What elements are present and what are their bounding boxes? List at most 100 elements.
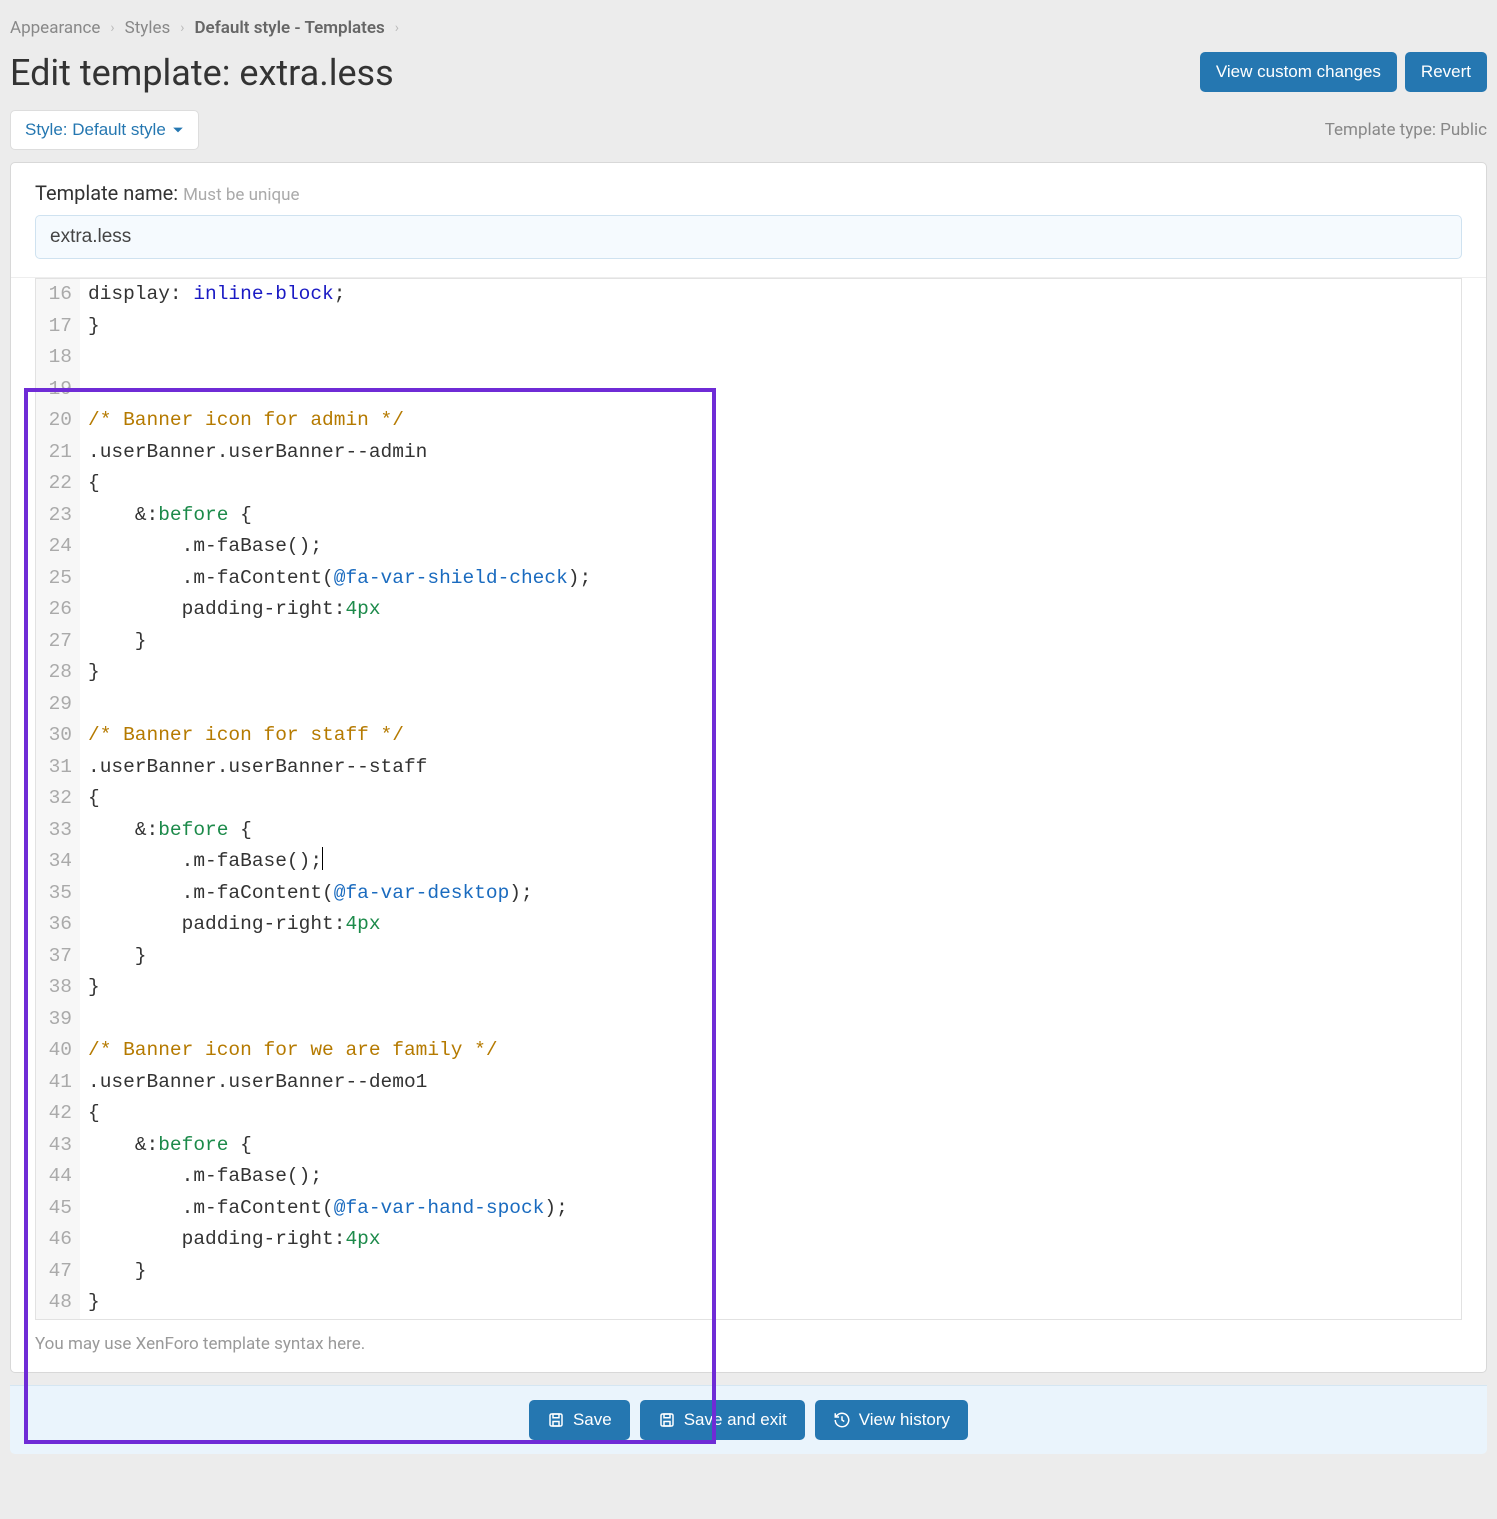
template-name-hint: Must be unique [183,185,300,205]
text-cursor [322,847,323,870]
code-line[interactable]: display: inline-block; [88,279,1453,311]
view-history-label: View history [859,1410,950,1430]
line-number: 39 [44,1004,72,1036]
view-custom-changes-button[interactable]: View custom changes [1200,52,1397,92]
line-number: 23 [44,500,72,532]
line-number: 48 [44,1287,72,1319]
code-line[interactable]: .m-faBase(); [88,1161,1453,1193]
code-line[interactable]: padding-right:4px [88,1224,1453,1256]
line-number: 41 [44,1067,72,1099]
code-line[interactable]: /* Banner icon for staff */ [88,720,1453,752]
line-number: 17 [44,311,72,343]
content-box: Template name: Must be unique 1617181920… [10,162,1487,1373]
line-number: 30 [44,720,72,752]
line-number: 47 [44,1256,72,1288]
line-number: 35 [44,878,72,910]
code-line[interactable]: .m-faContent(@fa-var-hand-spock); [88,1193,1453,1225]
line-number: 21 [44,437,72,469]
line-number: 24 [44,531,72,563]
code-line[interactable]: /* Banner icon for admin */ [88,405,1453,437]
style-selector-dropdown[interactable]: Style: Default style [10,110,199,150]
header-actions: View custom changes Revert [1200,52,1487,92]
template-name-input[interactable] [35,215,1462,259]
line-number: 18 [44,342,72,374]
code-line[interactable]: /* Banner icon for we are family */ [88,1035,1453,1067]
template-name-input-wrap [11,215,1486,277]
line-number: 46 [44,1224,72,1256]
page-root: Appearance›Styles›Default style - Templa… [0,0,1497,1454]
line-number: 44 [44,1161,72,1193]
code-lines[interactable]: display: inline-block;} /* Banner icon fo… [80,279,1461,1319]
code-line[interactable] [88,342,1453,374]
code-line[interactable]: } [88,626,1453,658]
code-line[interactable]: { [88,783,1453,815]
code-line[interactable]: padding-right:4px [88,594,1453,626]
code-line[interactable]: padding-right:4px [88,909,1453,941]
template-name-row: Template name: Must be unique [11,181,1486,215]
line-number: 20 [44,405,72,437]
line-number: 32 [44,783,72,815]
code-line[interactable]: { [88,1098,1453,1130]
caret-down-icon [172,124,184,136]
line-number: 34 [44,846,72,878]
line-number: 36 [44,909,72,941]
code-line[interactable]: } [88,972,1453,1004]
code-line[interactable]: .userBanner.userBanner--admin [88,437,1453,469]
style-selector-label: Style: Default style [25,120,166,140]
code-line[interactable]: .m-faBase(); [88,531,1453,563]
footer-bar: Save Save and exit View history [10,1385,1487,1454]
line-number: 37 [44,941,72,973]
view-history-button[interactable]: View history [815,1400,968,1440]
code-line[interactable]: &:before { [88,815,1453,847]
line-number: 19 [44,374,72,406]
line-number: 45 [44,1193,72,1225]
line-number: 28 [44,657,72,689]
save-icon [547,1411,565,1429]
code-line[interactable]: } [88,1256,1453,1288]
code-line[interactable]: .userBanner.userBanner--demo1 [88,1067,1453,1099]
code-line[interactable]: { [88,468,1453,500]
editor-wrap: 1617181920212223242526272829303132333435… [11,277,1486,1358]
code-line[interactable]: .userBanner.userBanner--staff [88,752,1453,784]
code-line[interactable]: .m-faContent(@fa-var-shield-check); [88,563,1453,595]
chevron-right-icon: › [180,20,184,36]
code-line[interactable]: &:before { [88,1130,1453,1162]
code-line[interactable] [88,1004,1453,1036]
line-number: 33 [44,815,72,847]
breadcrumb-item[interactable]: Appearance [10,18,100,38]
revert-button[interactable]: Revert [1405,52,1487,92]
breadcrumb-item[interactable]: Styles [125,18,171,38]
chevron-right-icon: › [395,20,399,36]
save-and-exit-button[interactable]: Save and exit [640,1400,805,1440]
line-number: 25 [44,563,72,595]
page-title: Edit template: extra.less [10,52,394,94]
line-number: 38 [44,972,72,1004]
line-number: 27 [44,626,72,658]
line-number: 16 [44,279,72,311]
line-number: 29 [44,689,72,721]
header: Appearance›Styles›Default style - Templa… [0,0,1497,162]
history-icon [833,1411,851,1429]
code-line[interactable]: .m-faBase(); [88,846,1453,878]
code-line[interactable]: } [88,311,1453,343]
save-exit-label: Save and exit [684,1410,787,1430]
line-gutter: 1617181920212223242526272829303132333435… [36,279,80,1319]
code-line[interactable]: .m-faContent(@fa-var-desktop); [88,878,1453,910]
line-number: 42 [44,1098,72,1130]
sub-bar: Style: Default style Template type: Publ… [10,108,1487,162]
code-editor[interactable]: 1617181920212223242526272829303132333435… [35,278,1462,1320]
code-line[interactable]: } [88,941,1453,973]
line-number: 26 [44,594,72,626]
line-number: 40 [44,1035,72,1067]
save-exit-icon [658,1411,676,1429]
code-line[interactable]: } [88,1287,1453,1319]
code-line[interactable] [88,689,1453,721]
save-button[interactable]: Save [529,1400,630,1440]
line-number: 43 [44,1130,72,1162]
template-name-label: Template name: [35,181,178,205]
title-row: Edit template: extra.less View custom ch… [10,46,1487,108]
code-line[interactable]: } [88,657,1453,689]
syntax-hint: You may use XenForo template syntax here… [11,1320,1486,1358]
code-line[interactable]: &:before { [88,500,1453,532]
code-line[interactable] [88,374,1453,406]
